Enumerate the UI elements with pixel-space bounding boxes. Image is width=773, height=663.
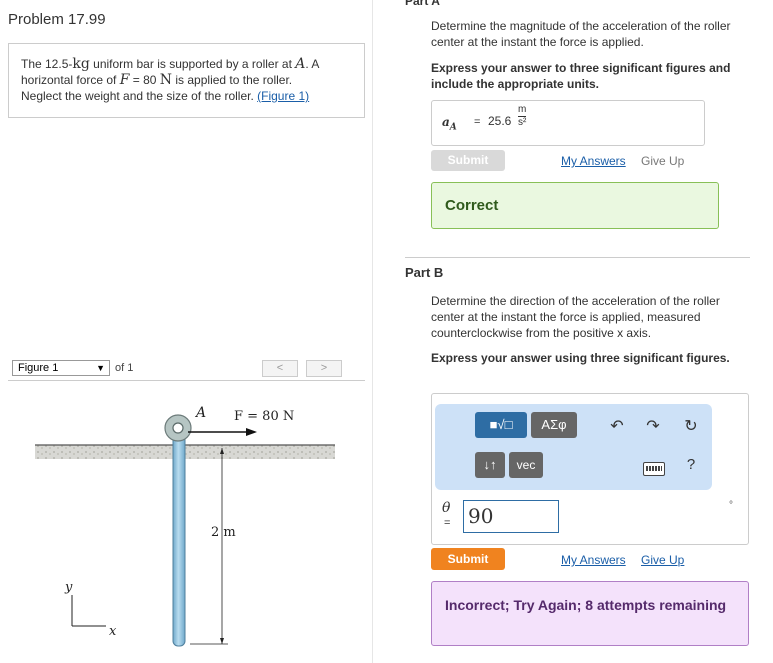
part-a-feedback: Correct	[431, 182, 719, 229]
part-a-answer-value[interactable]: 25.6	[488, 114, 511, 128]
vector-button[interactable]: vec	[509, 452, 543, 478]
x-axis-label: x	[109, 624, 117, 639]
greek-symbols-button[interactable]: ΑΣφ	[531, 412, 577, 438]
subscript-superscript-button[interactable]: ↓↑	[475, 452, 505, 478]
equals-sign: =	[474, 116, 481, 128]
unit-kg: kg	[72, 56, 90, 72]
figure-select-value: Figure 1	[18, 362, 59, 374]
figure-select[interactable]: Figure 1 ▼	[12, 360, 110, 376]
redo-icon[interactable]: ↷	[641, 416, 665, 436]
part-b-my-answers-link[interactable]: My Answers	[561, 553, 626, 567]
next-figure-button[interactable]: >	[306, 360, 342, 377]
undo-icon[interactable]: ↶	[605, 416, 629, 436]
part-a-question: Determine the magnitude of the accelerat…	[431, 19, 731, 49]
part-b-submit-button[interactable]: Submit	[431, 548, 505, 570]
problem-text: = 80	[129, 73, 160, 87]
figure-link[interactable]: (Figure 1)	[257, 89, 309, 103]
help-button[interactable]: ?	[679, 456, 703, 473]
part-b-question: Determine the direction of the accelerat…	[431, 294, 720, 340]
math-toolbar: ■√□ ΑΣφ ↶ ↷ ↻ ↓↑ vec ?	[435, 404, 712, 490]
previous-figure-button[interactable]: <	[262, 360, 298, 377]
part-a-submit-button[interactable]: Submit	[431, 150, 505, 171]
point-a-symbol: A	[295, 56, 306, 72]
force-arrow	[188, 428, 257, 436]
reset-icon[interactable]: ↻	[679, 416, 703, 436]
figure-navigation: Figure 1 ▼ of 1 < >	[8, 357, 365, 381]
answer-unit[interactable]: m s²	[518, 104, 527, 128]
unit-denominator: s²	[518, 117, 527, 128]
keyboard-icon[interactable]	[643, 462, 665, 476]
problem-text: horizontal force of	[21, 73, 120, 87]
part-b-instruction: Express your answer using three signific…	[431, 351, 730, 365]
symbol-a: a	[442, 115, 450, 129]
part-a-header: Part A	[405, 0, 440, 8]
part-a-answer-box: aA = 25.6 m s²	[431, 100, 705, 146]
part-b-give-up-link[interactable]: Give Up	[641, 553, 684, 567]
y-axis-label: y	[64, 580, 73, 595]
problem-text: Neglect the weight and the size of the r…	[21, 89, 258, 103]
equals-sign: =	[444, 517, 451, 529]
degree-unit: °	[729, 500, 733, 511]
symbol-subscript: A	[449, 122, 457, 133]
part-b-feedback: Incorrect; Try Again; 8 attempts remaini…	[431, 581, 749, 646]
figure-count: of 1	[115, 362, 134, 374]
chevron-down-icon: ▼	[96, 363, 105, 373]
force-label: F = 80 N	[234, 409, 294, 424]
problem-title: Problem 17.99	[8, 11, 106, 28]
part-a-my-answers-link[interactable]: My Answers	[561, 154, 626, 168]
part-b-answer-input[interactable]: 90	[463, 500, 559, 533]
part-a-instruction: Express your answer to three significant…	[431, 61, 731, 91]
part-b-header: Part B	[405, 265, 444, 280]
uniform-bar	[172, 427, 186, 647]
problem-text: . A	[305, 57, 320, 71]
part-a-give-up-link[interactable]: Give Up	[641, 154, 684, 168]
unit-numerator: m	[518, 104, 527, 115]
problem-statement: The 12.5-kg uniform bar is supported by …	[8, 43, 365, 118]
axes-icon	[71, 595, 106, 627]
problem-text: The 12.5-	[21, 57, 73, 71]
roller-pin	[172, 422, 184, 434]
length-label: 2 m	[211, 525, 236, 540]
theta-symbol: θ	[442, 500, 451, 516]
unit-n: N	[159, 72, 173, 88]
templates-button[interactable]: ■√□	[475, 412, 527, 438]
force-symbol: F	[119, 72, 130, 88]
section-divider	[405, 257, 750, 258]
length-dimension	[190, 448, 228, 645]
part-b-answer-box: ■√□ ΑΣφ ↶ ↷ ↻ ↓↑ vec ? θ = 90 °	[431, 393, 749, 545]
problem-panel: Problem 17.99 The 12.5-kg uniform bar is…	[0, 0, 373, 663]
acceleration-symbol: aA	[442, 115, 457, 132]
problem-text: is applied to the roller.	[172, 73, 293, 87]
problem-text: uniform bar is supported by a roller at	[89, 57, 296, 71]
point-a-label: A	[194, 405, 206, 421]
bar-roller-figure: A F = 80 N 2 m y x	[35, 405, 335, 647]
